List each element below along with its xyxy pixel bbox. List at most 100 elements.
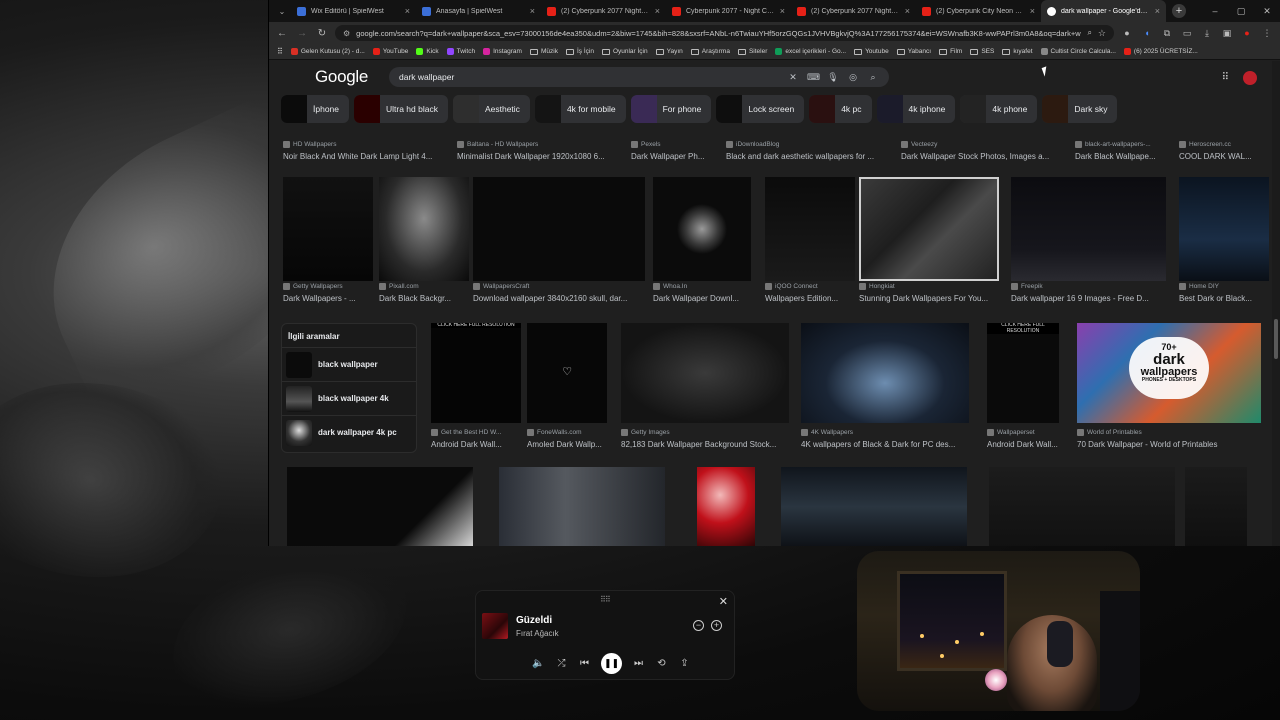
tab-google-search[interactable]: dark wallpaper - Google'da Ara ×: [1041, 0, 1166, 22]
download-icon[interactable]: ⤓: [1200, 26, 1214, 40]
result-title[interactable]: Dark wallpaper 16 9 Images - Free D...: [1011, 294, 1166, 303]
result-source[interactable]: Home DIY: [1179, 283, 1269, 290]
apps-grid-icon[interactable]: ⠿: [277, 47, 283, 56]
result-title[interactable]: Dark Wallpaper Stock Photos, Images a...: [901, 152, 1066, 161]
result-title[interactable]: Wallpapers Edition...: [765, 294, 855, 303]
sidebar-icon[interactable]: ▭: [1180, 26, 1194, 40]
tab-close-icon[interactable]: ×: [1155, 6, 1160, 16]
result-source[interactable]: Pixall.com: [379, 283, 469, 290]
result-title[interactable]: Dark Black Wallpape...: [1075, 152, 1170, 161]
search-icon[interactable]: ⌕: [867, 72, 879, 83]
result-title[interactable]: Dark Black Backgr...: [379, 294, 469, 303]
result-image[interactable]: [989, 467, 1175, 546]
tab-cyberpunk-2[interactable]: Cyberpunk 2077 - Night City - ×: [666, 0, 791, 22]
record-icon[interactable]: ●: [1240, 26, 1254, 40]
cast-icon[interactable]: ▣: [1220, 26, 1234, 40]
result-source[interactable]: Baltana - HD Wallpapers: [457, 141, 622, 148]
result-image[interactable]: [859, 177, 999, 281]
filter-chip[interactable]: 4k for mobile: [534, 95, 626, 123]
drag-handle-icon[interactable]: ⠿⠿: [600, 595, 611, 604]
tab-close-icon[interactable]: ×: [905, 6, 910, 16]
microphone-icon[interactable]: 🎙: [827, 72, 839, 83]
result-image[interactable]: CLICK HERE FULL RESOLUTION: [987, 323, 1059, 423]
result-image[interactable]: [473, 177, 645, 281]
forward-arrow-icon[interactable]: →: [295, 26, 309, 40]
result-image[interactable]: [499, 467, 665, 546]
tab-anasayfa[interactable]: Anasayfa | SpielWest ×: [416, 0, 541, 22]
minimize-button[interactable]: –: [1202, 0, 1228, 22]
filter-chip[interactable]: Ultra hd black: [354, 95, 448, 123]
bookmark-item[interactable]: Araştırma: [690, 48, 730, 55]
result-image[interactable]: [1185, 467, 1247, 546]
next-icon[interactable]: ⏭: [632, 657, 645, 670]
tab-search-chevron-icon[interactable]: ⌄: [273, 0, 291, 22]
result-image[interactable]: [379, 177, 469, 281]
result-source[interactable]: HD Wallpapers: [283, 141, 448, 148]
site-info-icon[interactable]: ⚙: [343, 29, 350, 38]
result-source[interactable]: iDownloadBlog: [726, 141, 891, 148]
result-source[interactable]: Hongkiat: [859, 283, 999, 290]
bookmark-item[interactable]: Film: [939, 48, 962, 55]
result-source[interactable]: Freepik: [1011, 283, 1166, 290]
result-source[interactable]: Heroscreen.cc: [1179, 141, 1269, 148]
result-source[interactable]: Getty Wallpapers: [283, 283, 373, 290]
filter-chip[interactable]: 4k pc: [809, 95, 872, 123]
result-title[interactable]: Download wallpaper 3840x2160 skull, dar.…: [473, 294, 645, 303]
search-box[interactable]: dark wallpaper ✕ ⌨ 🎙 ◎ ⌕: [389, 67, 889, 87]
close-window-button[interactable]: ✕: [1254, 0, 1280, 22]
result-image[interactable]: CLICK HERE FULL RESOLUTION: [431, 323, 521, 423]
new-tab-button[interactable]: +: [1172, 4, 1186, 18]
bookmark-item[interactable]: kıyafet: [1002, 48, 1033, 55]
result-title[interactable]: Amoled Dark Wallp...: [527, 440, 607, 449]
result-image[interactable]: [653, 177, 751, 281]
result-source[interactable]: iQOO Connect: [765, 283, 855, 290]
result-title[interactable]: Minimalist Dark Wallpaper 1920x1080 6...: [457, 152, 622, 161]
related-search-item[interactable]: black wallpaper: [282, 347, 416, 381]
result-title[interactable]: Stunning Dark Wallpapers For You...: [859, 294, 999, 303]
result-source[interactable]: World of Printables: [1077, 429, 1261, 436]
result-title[interactable]: Best Dark or Black...: [1179, 294, 1269, 303]
bookmark-item[interactable]: Yayın: [655, 48, 683, 55]
bookmark-item[interactable]: YouTube: [372, 48, 408, 55]
tab-close-icon[interactable]: ×: [1030, 6, 1035, 16]
tab-cyberpunk-neon[interactable]: (2) Cyberpunk City Neon Night ×: [916, 0, 1041, 22]
bookmark-item[interactable]: Kick: [416, 48, 439, 55]
clear-search-icon[interactable]: ✕: [787, 72, 799, 83]
maximize-button[interactable]: ▢: [1228, 0, 1254, 22]
keyboard-icon[interactable]: ⌨: [807, 72, 820, 83]
result-source[interactable]: Getty Images: [621, 429, 789, 436]
result-image[interactable]: [781, 467, 967, 546]
pause-button[interactable]: ❚❚: [601, 653, 622, 674]
result-source[interactable]: Get the Best HD W...: [431, 429, 521, 436]
scrollbar-thumb[interactable]: [1274, 319, 1278, 359]
bookmark-item[interactable]: Twitch: [446, 48, 475, 55]
tab-cyberpunk-3[interactable]: (2) Cyberpunk 2077 Night City ×: [791, 0, 916, 22]
tab-close-icon[interactable]: ×: [530, 6, 535, 16]
filter-chip[interactable]: Aesthetic: [452, 95, 530, 123]
result-image[interactable]: [765, 177, 855, 281]
result-image[interactable]: [621, 323, 789, 423]
tab-cyberpunk-1[interactable]: (2) Cyberpunk 2077 Night City ×: [541, 0, 666, 22]
address-bar[interactable]: ⚙ google.com/search?q=dark+wallpaper&sca…: [335, 25, 1114, 41]
bookmark-item[interactable]: Müzik: [529, 48, 558, 55]
bookmark-item[interactable]: Youtube: [854, 48, 889, 55]
search-lens-icon[interactable]: ⌕: [1087, 28, 1091, 38]
result-source[interactable]: FoneWalls.com: [527, 429, 607, 436]
result-title[interactable]: 70 Dark Wallpaper - World of Printables: [1077, 440, 1261, 449]
result-source[interactable]: Pexels: [631, 141, 716, 148]
result-image[interactable]: 70+ dark wallpapers PHONES + DESKTOPS: [1077, 323, 1261, 423]
back-arrow-icon[interactable]: ←: [275, 26, 289, 40]
result-source[interactable]: 4K Wallpapers: [801, 429, 969, 436]
bookmark-item[interactable]: Siteler: [737, 48, 767, 55]
bookmark-star-icon[interactable]: ☆: [1098, 28, 1106, 39]
result-title[interactable]: Black and dark aesthetic wallpapers for …: [726, 152, 891, 161]
filter-chip[interactable]: 4k phone: [960, 95, 1038, 123]
result-image[interactable]: [287, 467, 473, 546]
lens-icon[interactable]: ◎: [847, 72, 859, 83]
result-title[interactable]: COOL DARK WAL...: [1179, 152, 1269, 161]
result-image[interactable]: [801, 323, 969, 423]
tab-wix-editor[interactable]: Wix Editörü | SpielWest ×: [291, 0, 416, 22]
profile-dot-icon[interactable]: ●: [1120, 26, 1134, 40]
bookmark-item[interactable]: SES: [970, 48, 994, 55]
result-source[interactable]: Wallpaperset: [987, 429, 1059, 436]
